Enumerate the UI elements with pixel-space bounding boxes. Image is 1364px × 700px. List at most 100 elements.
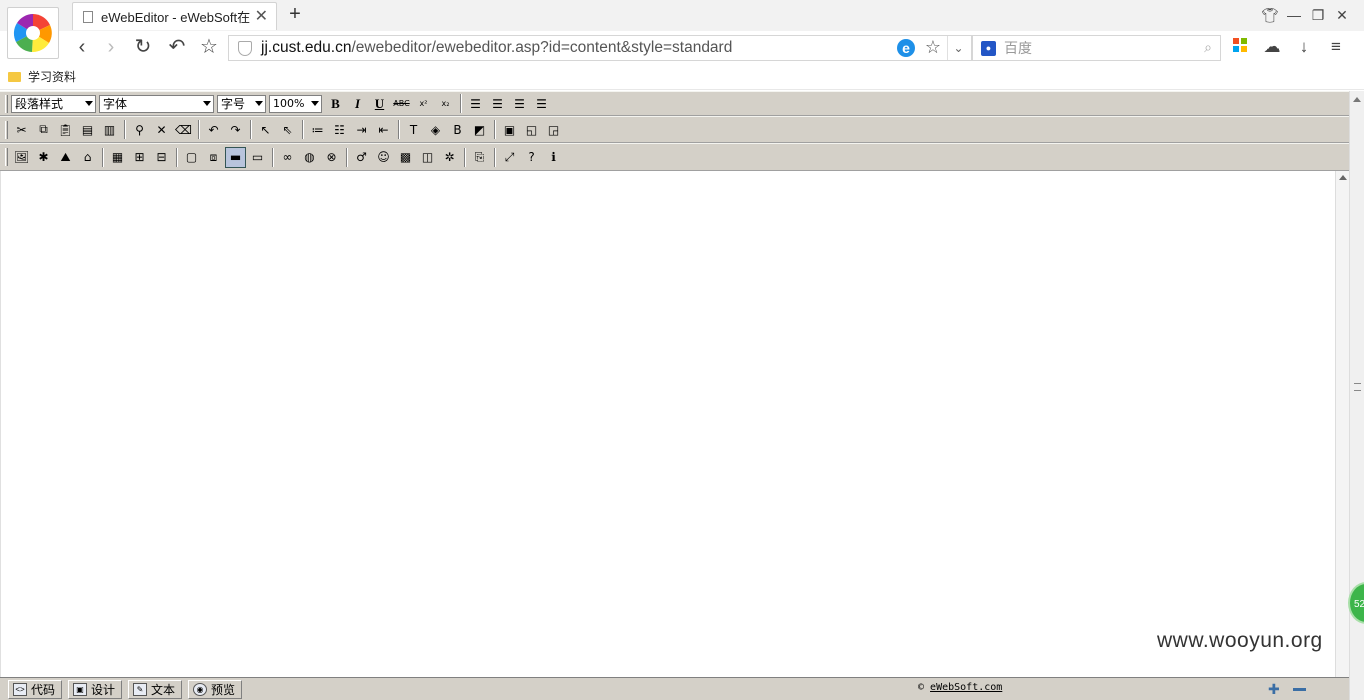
web-icon[interactable]: ◍ <box>299 147 320 168</box>
absolute-position-icon[interactable]: ◩ <box>469 119 490 140</box>
strikethrough-button[interactable]: ABC <box>391 93 412 114</box>
scroll-up-icon[interactable] <box>1339 175 1347 180</box>
insert-marquee-icon[interactable]: ⧈ <box>203 147 224 168</box>
undo-icon[interactable]: ↶ <box>203 119 224 140</box>
text-color-icon[interactable]: T <box>403 119 424 140</box>
close-window-icon[interactable]: ✕ <box>1331 5 1353 25</box>
paste-text-icon[interactable]: ▤ <box>77 119 98 140</box>
preview-icon: ◉ <box>193 682 208 696</box>
underline-button[interactable]: U <box>369 93 390 114</box>
redo-icon[interactable]: ↷ <box>225 119 246 140</box>
insert-cell-icon[interactable]: ⊟ <box>151 147 172 168</box>
insert-time-icon[interactable]: ◫ <box>417 147 438 168</box>
zoom-out-icon[interactable] <box>1293 688 1306 691</box>
insert-table-icon[interactable]: ▦ <box>107 147 128 168</box>
restore-icon[interactable]: ❐ <box>1307 5 1329 25</box>
browser-tab[interactable]: eWebEditor - eWebSoft在 ✕ <box>72 2 277 30</box>
unordered-list-icon[interactable]: ☷ <box>329 119 350 140</box>
preview-mode-button[interactable]: ◉ 预览 <box>188 679 243 699</box>
reload-icon[interactable]: ↻ <box>131 35 155 59</box>
block-color-icon[interactable]: B <box>447 119 468 140</box>
shirt-skin-icon[interactable]: 👕︎ <box>1259 5 1281 25</box>
text-mode-button[interactable]: ✎ 文本 <box>128 679 183 699</box>
bold-button[interactable]: B <box>325 93 346 114</box>
back-icon[interactable]: ‹ <box>70 35 94 59</box>
new-tab-button[interactable]: + <box>285 2 305 26</box>
insert-date-icon[interactable]: ▩ <box>395 147 416 168</box>
browser-logo[interactable] <box>7 7 59 59</box>
ie-mode-icon[interactable]: e <box>897 39 915 57</box>
maximize-icon[interactable]: ⤢ <box>499 147 520 168</box>
insert-textbox-icon[interactable]: ▭ <box>247 147 268 168</box>
align-center-icon[interactable]: ☰ <box>487 93 508 114</box>
special-char-icon[interactable]: ♂ <box>351 147 372 168</box>
browser-logo-icon <box>13 14 52 53</box>
insert-flash-icon[interactable]: ✱ <box>33 147 54 168</box>
page-break-icon[interactable]: ⎘ <box>469 147 490 168</box>
search-icon[interactable]: ⌕ <box>1204 39 1212 56</box>
editor-scrollbar[interactable] <box>1335 171 1349 677</box>
remote-file-icon[interactable]: ✲ <box>439 147 460 168</box>
align-left-icon[interactable]: ☰ <box>465 93 486 114</box>
brand-link[interactable]: © eWebSoft.com <box>918 682 1002 693</box>
bookmark-star-icon[interactable]: ☆ <box>197 35 221 59</box>
layer-icon[interactable]: ▣ <box>499 119 520 140</box>
zoom-in-icon[interactable]: ✚ <box>1268 681 1280 698</box>
forward-icon[interactable]: › <box>99 35 123 59</box>
undo-close-icon[interactable]: ↶ <box>165 35 189 59</box>
minimize-icon[interactable]: — <box>1283 5 1305 25</box>
menu-icon[interactable]: ≡ <box>1324 35 1348 59</box>
search-placeholder: 百度 <box>1004 40 1032 56</box>
unselect-icon[interactable]: ⇖ <box>277 119 298 140</box>
download-icon[interactable]: ↓ <box>1292 35 1316 59</box>
design-mode-button[interactable]: ▣ 设计 <box>68 679 123 699</box>
cloud-icon[interactable]: ☁︎ <box>1260 35 1284 59</box>
forward-layer-icon[interactable]: ◱ <box>521 119 542 140</box>
insert-iframe-icon[interactable]: ▢ <box>181 147 202 168</box>
help-icon[interactable]: ? <box>521 147 542 168</box>
zoom-select[interactable]: 100% <box>269 94 322 113</box>
bookmark-folder-label[interactable]: 学习资料 <box>28 68 76 85</box>
scroll-thumb-grip[interactable] <box>1354 383 1361 391</box>
align-right-icon[interactable]: ☰ <box>509 93 530 114</box>
paste-word-icon[interactable]: ▥ <box>99 119 120 140</box>
about-icon[interactable]: ℹ <box>543 147 564 168</box>
insert-image-icon[interactable]: 🖼︎ <box>11 147 32 168</box>
superscript-button[interactable]: x² <box>413 93 434 114</box>
find-icon[interactable]: ⚲ <box>129 119 150 140</box>
editor-content-area[interactable] <box>0 171 1335 677</box>
insert-media-icon[interactable]: ⛰ <box>55 147 76 168</box>
favorite-star-icon[interactable]: ☆ <box>925 37 941 58</box>
select-all-icon[interactable]: ↖ <box>255 119 276 140</box>
indent-icon[interactable]: ⇥ <box>351 119 372 140</box>
delete-icon[interactable]: ✕ <box>151 119 172 140</box>
italic-button[interactable]: I <box>347 93 368 114</box>
emoticon-icon[interactable]: ☺ <box>373 147 394 168</box>
insert-file-icon[interactable]: ⌂ <box>77 147 98 168</box>
font-size-select[interactable]: 字号 <box>217 94 266 113</box>
outdent-icon[interactable]: ⇤ <box>373 119 394 140</box>
ordered-list-icon[interactable]: ≔ <box>307 119 328 140</box>
address-bar[interactable]: jj.cust.edu.cn/ewebeditor/ewebeditor.asp… <box>228 35 972 61</box>
url-text[interactable]: jj.cust.edu.cn/ewebeditor/ewebeditor.asp… <box>261 39 732 57</box>
url-dropdown-icon[interactable]: ⌄ <box>947 36 969 60</box>
copy-icon[interactable]: ⧉ <box>33 119 54 140</box>
page-scroll-up-icon[interactable] <box>1353 97 1361 102</box>
subscript-button[interactable]: x₂ <box>435 93 456 114</box>
horizontal-rule-icon[interactable]: ▬ <box>225 146 246 168</box>
backward-layer-icon[interactable]: ◲ <box>543 119 564 140</box>
insert-row-icon[interactable]: ⊞ <box>129 147 150 168</box>
code-mode-button[interactable]: <> 代码 <box>8 679 63 699</box>
background-color-icon[interactable]: ◈ <box>425 119 446 140</box>
insert-link-icon[interactable]: ∞ <box>277 147 298 168</box>
close-tab-icon[interactable]: ✕ <box>255 6 268 26</box>
paragraph-style-select[interactable]: 段落样式 <box>11 94 96 113</box>
cut-icon[interactable]: ✂ <box>11 119 32 140</box>
unlink-icon[interactable]: ⊗ <box>321 147 342 168</box>
search-box[interactable]: ● 百度 ⌕ <box>972 35 1221 61</box>
align-justify-icon[interactable]: ☰ <box>531 93 552 114</box>
paste-icon[interactable]: 📋︎ <box>55 119 76 140</box>
apps-grid-icon[interactable] <box>1228 35 1252 59</box>
eraser-icon[interactable]: ⌫ <box>173 119 194 140</box>
font-select[interactable]: 字体 <box>99 94 214 113</box>
